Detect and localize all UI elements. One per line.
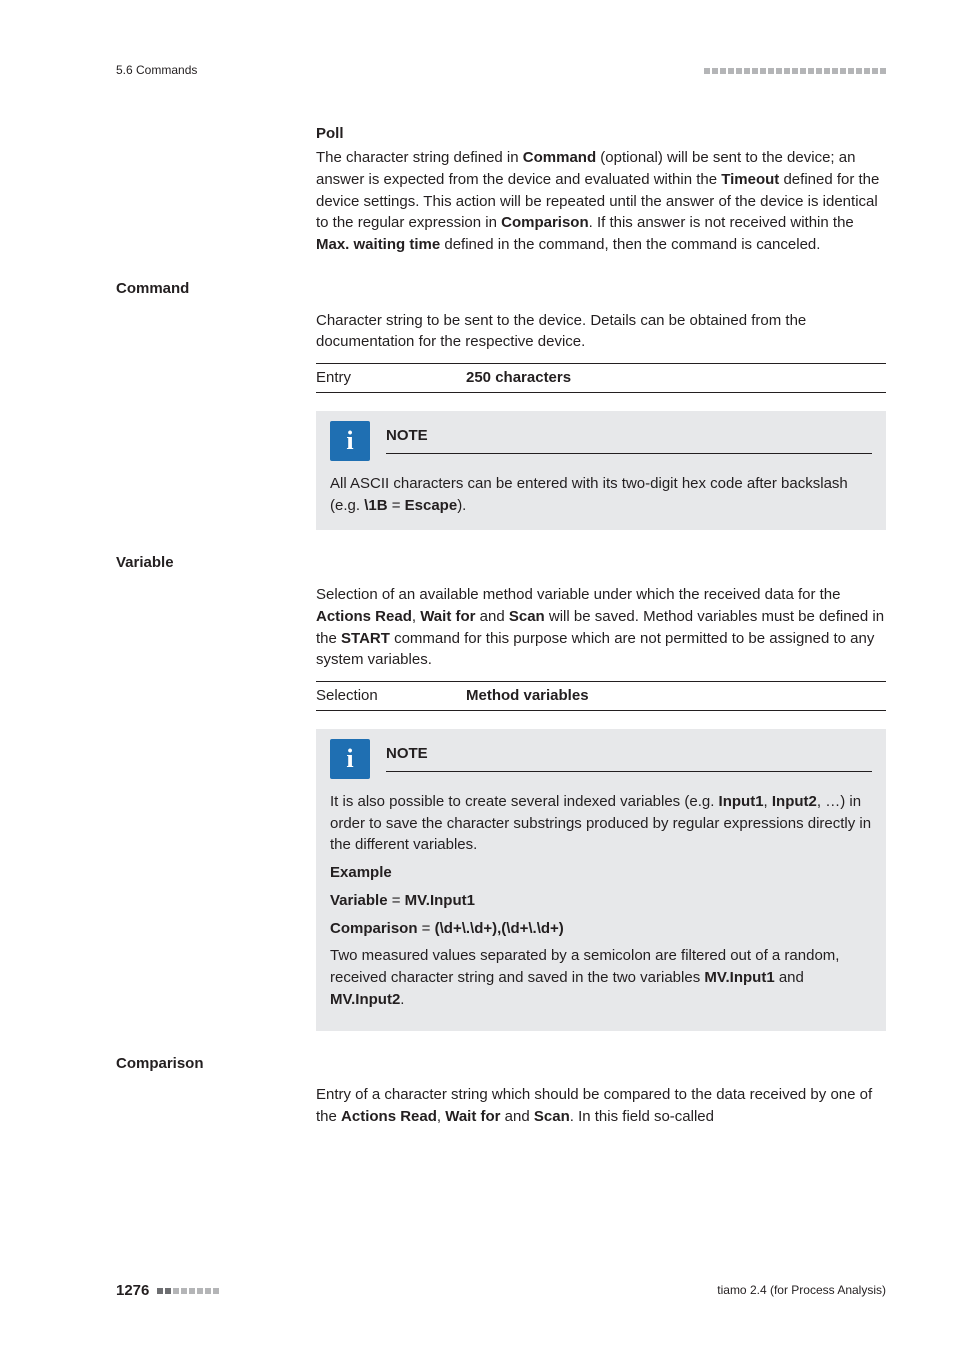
command-para: Character string to be sent to the devic… [316,310,886,354]
variable-selection-row: Selection Method variables [316,681,886,711]
variable-para: Selection of an available method variabl… [316,584,886,671]
comparison-para: Entry of a character string which should… [316,1084,886,1128]
info-icon: i [330,739,370,779]
poll-text: The character string defined in Command … [316,147,886,256]
note-title: NOTE [386,427,428,444]
note-title: NOTE [386,745,428,762]
poll-title: Poll [316,123,886,145]
example-heading: Example [330,862,872,884]
entry-value: 250 characters [466,367,571,389]
entry-label: Entry [316,367,466,389]
comparison-heading: Comparison [116,1053,886,1075]
page-number: 1276 [116,1280,149,1302]
selection-label: Selection [316,685,466,707]
note-body: All ASCII characters can be entered with… [330,473,872,517]
header-section: 5.6 Commands [116,62,197,79]
poll-section: Poll The character string defined in Com… [316,123,886,256]
page-header: 5.6 Commands [116,62,886,79]
info-icon: i [330,421,370,461]
footer-decoration [157,1288,219,1294]
command-entry-row: Entry 250 characters [316,363,886,393]
command-section: Character string to be sent to the devic… [316,310,886,531]
example-line-2: Comparison = (\d+\.\d+),(\d+\.\d+) [330,918,872,940]
example-line-1: Variable = MV.Input1 [330,890,872,912]
command-heading: Command [116,278,886,300]
page-footer: 1276 tiamo 2.4 (for Process Analysis) [116,1280,886,1302]
note-body: It is also possible to create several in… [330,791,872,856]
comparison-section: Entry of a character string which should… [316,1084,886,1128]
variable-section: Selection of an available method variabl… [316,584,886,1031]
header-decoration [704,68,886,74]
example-line-3: Two measured values separated by a semic… [330,945,872,1010]
variable-heading: Variable [116,552,886,574]
variable-note: i NOTE It is also possible to create sev… [316,729,886,1031]
footer-right: tiamo 2.4 (for Process Analysis) [717,1282,886,1299]
selection-value: Method variables [466,685,589,707]
command-note: i NOTE All ASCII characters can be enter… [316,411,886,531]
